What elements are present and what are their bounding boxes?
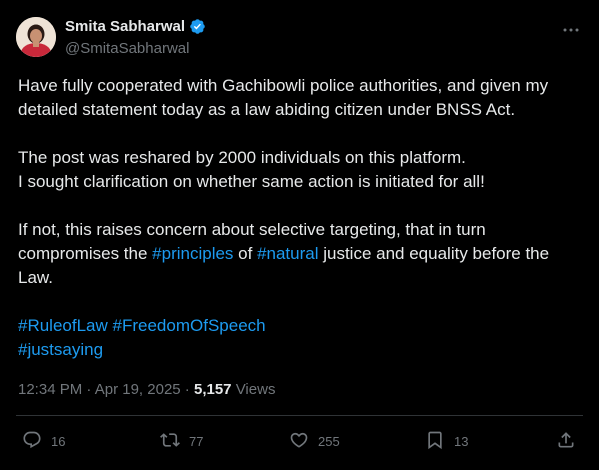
tweet-text-segment: of bbox=[233, 244, 258, 263]
action-bar: 16 77 255 13 bbox=[0, 428, 599, 454]
tweet-line: If not, this raises concern about select… bbox=[18, 218, 588, 242]
tweet-metadata: 12:34 PM · Apr 19, 2025 · 5,157 Views bbox=[18, 381, 275, 398]
meta-separator: · bbox=[82, 381, 95, 398]
meta-separator: · bbox=[180, 381, 194, 398]
avatar[interactable] bbox=[16, 17, 56, 57]
share-icon bbox=[556, 430, 576, 453]
more-icon[interactable] bbox=[561, 20, 581, 40]
tweet-line: Law. bbox=[18, 266, 588, 290]
divider bbox=[16, 415, 583, 416]
tweet-text: Have fully cooperated with Gachibowli po… bbox=[18, 74, 588, 362]
reply-count: 16 bbox=[51, 433, 66, 449]
hashtag-link[interactable]: #RuleofLaw bbox=[18, 316, 108, 335]
tweet-line: The post was reshared by 2000 individual… bbox=[18, 146, 588, 170]
tweet-paragraph: The post was reshared by 2000 individual… bbox=[18, 146, 588, 194]
tweet-text-segment: compromises the bbox=[18, 244, 153, 263]
post-time[interactable]: 12:34 PM bbox=[18, 381, 82, 398]
like-icon bbox=[289, 430, 309, 453]
bookmark-button[interactable]: 13 bbox=[425, 428, 468, 454]
tweet-line: #RuleofLaw #FreedomOfSpeech bbox=[18, 314, 588, 338]
share-button[interactable] bbox=[556, 428, 576, 454]
hashtag-link[interactable]: #principles bbox=[152, 244, 233, 263]
tweet-line: detailed statement today as a law abidin… bbox=[18, 98, 588, 122]
views-label: Views bbox=[231, 381, 276, 398]
repost-icon bbox=[160, 430, 180, 453]
tweet-text-segment: justice and equality before the bbox=[318, 244, 550, 263]
tweet-line: Have fully cooperated with Gachibowli po… bbox=[18, 74, 588, 98]
tweet-text-segment: The post was reshared by 2000 individual… bbox=[18, 148, 466, 167]
bookmark-icon bbox=[425, 430, 445, 453]
tweet-text-segment: Have fully cooperated with Gachibowli po… bbox=[18, 76, 549, 95]
tweet-line: compromises the #principles of #natural … bbox=[18, 242, 588, 266]
tweet-paragraph: #RuleofLaw #FreedomOfSpeech #justsaying bbox=[18, 314, 588, 362]
display-name[interactable]: Smita Sabharwal bbox=[65, 18, 185, 35]
tweet-text-segment: Law. bbox=[18, 268, 53, 287]
repost-count: 77 bbox=[189, 433, 204, 449]
bookmark-count: 13 bbox=[454, 433, 469, 449]
verified-badge-icon bbox=[189, 18, 206, 35]
tweet-text-segment: detailed statement today as a law abidin… bbox=[18, 100, 516, 119]
tweet-card: Smita Sabharwal @SmitaSabharwal Have ful… bbox=[0, 0, 599, 470]
hashtag-link[interactable]: #justsaying bbox=[18, 340, 103, 359]
tweet-line: #justsaying bbox=[18, 338, 588, 362]
reply-icon bbox=[22, 430, 42, 453]
like-count: 255 bbox=[318, 433, 340, 449]
views-count: 5,157 bbox=[193, 381, 232, 398]
like-button[interactable]: 255 bbox=[289, 428, 340, 454]
tweet-line: I sought clarification on whether same a… bbox=[18, 170, 588, 194]
author-handle[interactable]: @SmitaSabharwal bbox=[65, 40, 189, 57]
author-name-row: Smita Sabharwal bbox=[65, 18, 206, 35]
tweet-text-segment: I sought clarification on whether same a… bbox=[18, 172, 485, 191]
repost-button[interactable]: 77 bbox=[160, 428, 203, 454]
hashtag-link[interactable]: #FreedomOfSpeech bbox=[113, 316, 266, 335]
hashtag-link[interactable]: #natural bbox=[257, 244, 318, 263]
tweet-paragraph: If not, this raises concern about select… bbox=[18, 218, 588, 290]
reply-button[interactable]: 16 bbox=[22, 428, 65, 454]
tweet-text-segment: If not, this raises concern about select… bbox=[18, 220, 486, 239]
tweet-paragraph: Have fully cooperated with Gachibowli po… bbox=[18, 74, 588, 122]
post-date[interactable]: Apr 19, 2025 bbox=[95, 381, 181, 398]
